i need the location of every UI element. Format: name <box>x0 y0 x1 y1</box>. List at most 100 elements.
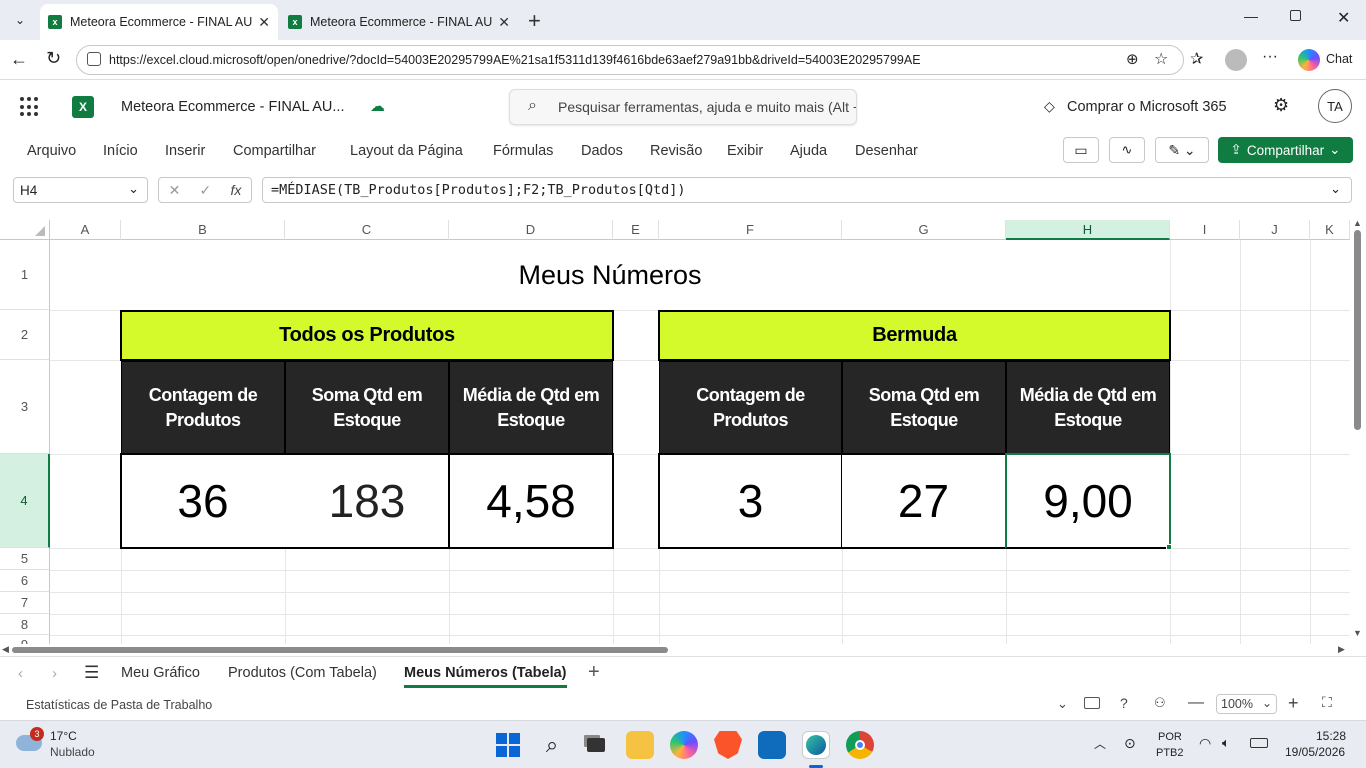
close-tab-icon[interactable]: ✕ <box>258 14 270 31</box>
chevron-down-icon[interactable]: ⌄ <box>1057 696 1068 712</box>
user-avatar[interactable]: TA <box>1318 89 1352 123</box>
column-header-a[interactable]: A <box>50 220 121 240</box>
show-hidden-icons-chevron[interactable]: ︿ <box>1094 735 1106 752</box>
row-header-5[interactable]: 5 <box>0 548 50 570</box>
horizontal-scroll-thumb[interactable] <box>12 647 668 653</box>
menu-inicio[interactable]: Início <box>103 143 138 159</box>
chat-label[interactable]: Chat <box>1326 52 1352 66</box>
next-sheet-icon[interactable]: › <box>52 665 57 682</box>
copilot-icon[interactable] <box>1298 49 1320 71</box>
menu-dados[interactable]: Dados <box>581 143 623 159</box>
cancel-icon[interactable]: ✕ <box>169 182 181 199</box>
table2-value-avg-selected[interactable]: 9,00 <box>1005 453 1171 549</box>
table1-value-sum[interactable]: 183 <box>284 453 450 549</box>
row-header-8[interactable]: 8 <box>0 614 50 635</box>
table2-value-sum[interactable]: 27 <box>842 453 1007 549</box>
sheet-tab-produtos[interactable]: Produtos (Com Tabela) <box>228 665 377 681</box>
workbook-statistics[interactable]: Estatísticas de Pasta de Trabalho <box>26 698 212 712</box>
menu-compartilhar[interactable]: Compartilhar <box>233 143 316 159</box>
menu-formulas[interactable]: Fórmulas <box>493 143 553 159</box>
volume-icon[interactable]: 🔈︎ <box>1222 735 1230 751</box>
menu-inserir[interactable]: Inserir <box>165 143 205 159</box>
new-tab-icon[interactable]: + <box>528 8 541 34</box>
column-header-g[interactable]: G <box>842 220 1006 240</box>
saved-cloud-icon[interactable]: ☁ <box>370 97 385 115</box>
more-options-icon[interactable]: ··· <box>1262 48 1278 66</box>
expand-formula-chevron-icon[interactable]: ⌄ <box>1330 181 1341 197</box>
select-all-corner[interactable] <box>0 220 50 240</box>
browser-tab-2[interactable]: x Meteora Ecommerce - FINAL AULA ✕ <box>280 4 518 40</box>
column-header-f[interactable]: F <box>659 220 842 240</box>
vertical-scroll-thumb[interactable] <box>1354 230 1361 430</box>
copilot-app-icon[interactable] <box>670 731 698 759</box>
refresh-icon[interactable]: ↻ <box>46 48 61 69</box>
buy-microsoft-365-link[interactable]: Comprar o Microsoft 365 <box>1067 99 1227 115</box>
row-header-9[interactable]: 9 <box>0 635 50 644</box>
sheet-title[interactable]: Meus Números <box>50 240 1170 310</box>
windows-start-icon[interactable] <box>494 731 522 759</box>
column-header-j[interactable]: J <box>1240 220 1310 240</box>
weather-desc[interactable]: Nublado <box>50 745 95 759</box>
table1-value-count[interactable]: 36 <box>120 453 286 549</box>
row-header-6[interactable]: 6 <box>0 570 50 592</box>
site-info-icon[interactable] <box>87 52 101 66</box>
table1-col-avg[interactable]: Média de Qtd em Estoque <box>449 361 613 454</box>
sheet-tab-meus-numeros-active[interactable]: Meus Números (Tabela) <box>404 665 567 688</box>
catch-up-button[interactable]: ∿ <box>1109 137 1145 163</box>
zoom-icon[interactable]: ⊕ <box>1126 50 1139 68</box>
clock-time[interactable]: 15:28 <box>1316 729 1346 743</box>
table1-col-sum[interactable]: Soma Qtd em Estoque <box>285 361 449 454</box>
tab-list-chevron-icon[interactable]: ⌄ <box>8 8 32 32</box>
share-button[interactable]: ⇪ Compartilhar ⌄ <box>1218 137 1353 163</box>
brave-browser-icon[interactable] <box>714 731 742 759</box>
scroll-up-icon[interactable]: ▲ <box>1353 220 1362 228</box>
table2-header[interactable]: Bermuda <box>658 310 1171 361</box>
column-header-e[interactable]: E <box>613 220 659 240</box>
help-icon[interactable]: ? <box>1120 695 1128 711</box>
column-header-b[interactable]: B <box>121 220 285 240</box>
spreadsheet-grid[interactable]: A B C D E F G H I J K 1 2 3 4 5 6 7 8 9 … <box>0 220 1366 644</box>
comments-button[interactable]: ▭ <box>1063 137 1099 163</box>
clock-date[interactable]: 19/05/2026 <box>1285 745 1345 759</box>
sheet-tab-meu-grafico[interactable]: Meu Gráfico <box>121 665 200 681</box>
weather-temp[interactable]: 17°C <box>50 729 77 743</box>
insert-function-icon[interactable]: fx <box>230 182 241 198</box>
row-header-1[interactable]: 1 <box>0 240 50 310</box>
table2-col-count[interactable]: Contagem de Produtos <box>659 361 842 454</box>
favorites-icon[interactable]: ✰ <box>1190 49 1203 69</box>
table2-value-count[interactable]: 3 <box>658 453 843 549</box>
url-field[interactable]: https://excel.cloud.microsoft/open/onedr… <box>76 45 1184 75</box>
menu-ajuda[interactable]: Ajuda <box>790 143 827 159</box>
minimize-icon[interactable]: — <box>1244 8 1258 24</box>
menu-desenhar[interactable]: Desenhar <box>855 143 918 159</box>
fill-handle[interactable] <box>1166 544 1172 550</box>
column-header-k[interactable]: K <box>1310 220 1350 240</box>
scroll-down-icon[interactable]: ▼ <box>1353 628 1362 638</box>
search-box[interactable]: ⌕ Pesquisar ferramentas, ajuda e muito m… <box>509 89 857 125</box>
menu-exibir[interactable]: Exibir <box>727 143 763 159</box>
feedback-icon[interactable]: ⚇ <box>1154 695 1166 711</box>
column-header-h[interactable]: H <box>1006 220 1170 240</box>
vertical-scrollbar[interactable]: ▲ ▼ <box>1350 220 1366 644</box>
column-header-d[interactable]: D <box>449 220 613 240</box>
network-location-icon[interactable]: ⊙ <box>1124 735 1136 752</box>
horizontal-scrollbar[interactable]: ◀ ▶ <box>0 644 1366 656</box>
chrome-browser-icon[interactable] <box>846 731 874 759</box>
back-icon[interactable]: ← <box>10 49 28 70</box>
formula-input[interactable]: =MÉDIASE(TB_Produtos[Produtos];F2;TB_Pro… <box>262 177 1352 203</box>
language-code[interactable]: POR <box>1158 731 1182 743</box>
table2-col-avg[interactable]: Média de Qtd em Estoque <box>1006 361 1170 454</box>
wifi-icon[interactable]: ◠ <box>1199 735 1211 752</box>
zoom-in-icon[interactable]: + <box>1288 693 1299 714</box>
close-tab-icon[interactable]: ✕ <box>498 14 510 31</box>
battery-icon[interactable] <box>1250 738 1268 748</box>
column-header-c[interactable]: C <box>285 220 449 240</box>
profile-avatar-icon[interactable] <box>1225 49 1247 71</box>
add-sheet-icon[interactable]: + <box>588 661 600 684</box>
keyboard-layout[interactable]: PTB2 <box>1156 747 1184 759</box>
row-header-7[interactable]: 7 <box>0 592 50 614</box>
app-launcher-icon[interactable] <box>20 97 40 117</box>
scroll-left-icon[interactable]: ◀ <box>2 644 9 655</box>
search-icon[interactable]: ⌕ <box>538 731 566 759</box>
menu-arquivo[interactable]: Arquivo <box>27 143 76 159</box>
